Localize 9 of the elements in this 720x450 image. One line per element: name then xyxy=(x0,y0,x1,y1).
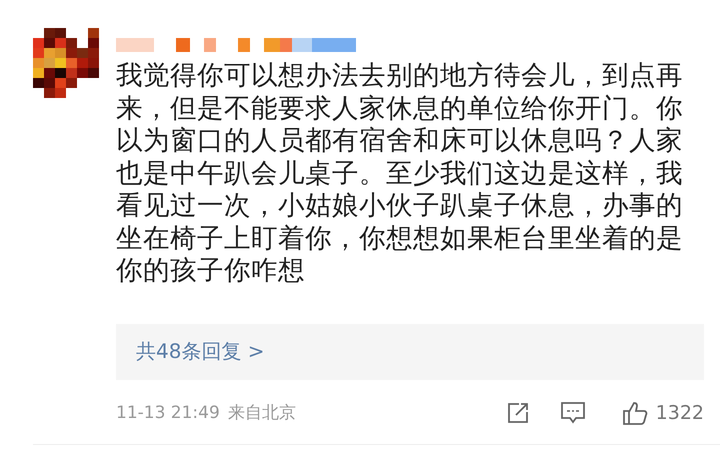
share-icon[interactable] xyxy=(506,400,530,424)
pixelated-avatar xyxy=(33,28,99,98)
comment-icon[interactable] xyxy=(560,400,586,424)
timestamp: 11-13 21:49 xyxy=(116,402,220,422)
like-count: 1322 xyxy=(656,402,704,424)
replies-link[interactable]: 共48条回复 > xyxy=(136,338,265,365)
source-location: 来自北京 xyxy=(228,402,296,424)
thumbs-up-icon[interactable] xyxy=(622,400,648,426)
comment-text: 我觉得你可以想办法去别的地方待会儿，到点再来，但是不能要求人家休息的单位给你开门。你以为窗口的人员都有宿舍和床可以休息吗？人家也是中午趴会儿桌子。至少我们这边是这样，我看见过一次，小姑娘小伙子趴桌子休息，办事的坐在椅子上盯着你，你想想如果柜台里坐着的是你的孩子你咋想 xyxy=(116,60,684,288)
